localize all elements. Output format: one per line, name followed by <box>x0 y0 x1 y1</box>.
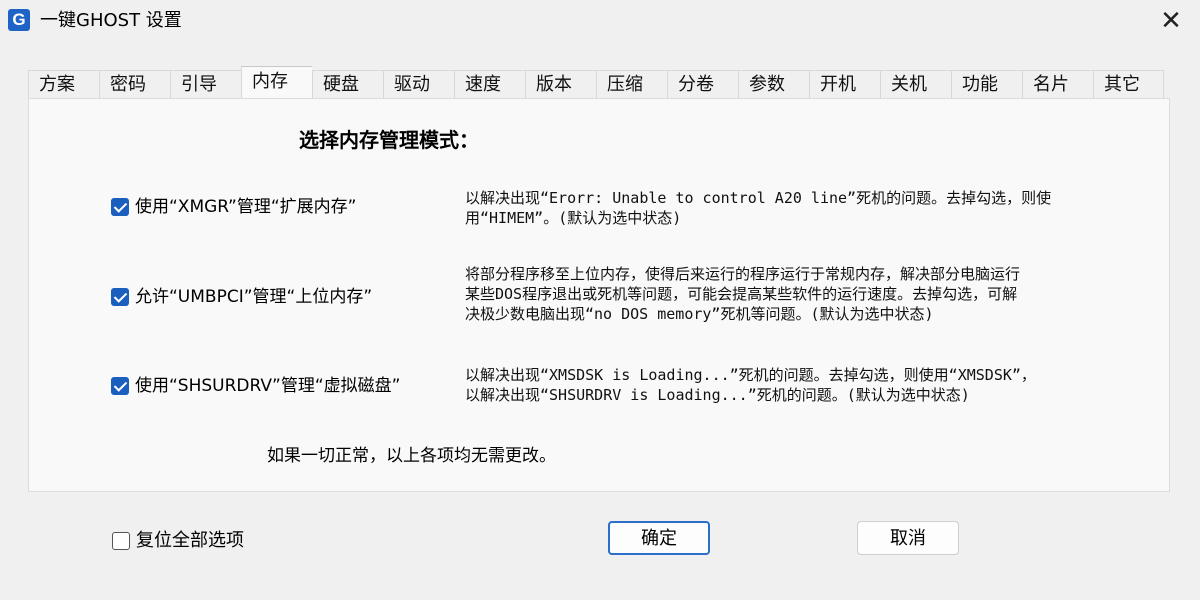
reset-all-option[interactable]: 复位全部选项 <box>112 530 244 552</box>
cancel-button[interactable]: 取消 <box>857 521 959 555</box>
description-line: 用“HIMEM”。(默认为选中状态) <box>465 209 682 227</box>
xmgr-description: 以解决出现“Erorr: Unable to control A20 line”… <box>465 188 1145 228</box>
tab-label: 分卷 <box>678 74 714 95</box>
settings-window: G 一键GHOST 设置 ✕ 方案 密码 引导 内存 硬盘 驱动 速度 版本 压… <box>0 0 1200 600</box>
tab-parameters[interactable]: 参数 <box>738 70 809 98</box>
panel-heading: 选择内存管理模式： <box>299 128 479 152</box>
tab-label: 压缩 <box>607 74 643 95</box>
shsurdrv-option[interactable]: 使用“SHSURDRV”管理“虚拟磁盘” <box>111 375 400 397</box>
tab-other[interactable]: 其它 <box>1093 70 1164 98</box>
tab-label: 参数 <box>749 74 785 95</box>
tab-driver[interactable]: 驱动 <box>383 70 454 98</box>
umbpci-option-label: 允许“UMBPCI”管理“上位内存” <box>135 287 373 307</box>
close-icon: ✕ <box>1160 6 1182 36</box>
footnote-text: 如果一切正常，以上各项均无需更改。 <box>267 446 556 466</box>
description-line: 以解决出现“XMSDSK is Loading...”死机的问题。去掉勾选，则使… <box>465 366 1036 384</box>
tab-boot[interactable]: 引导 <box>170 70 241 98</box>
shsurdrv-description: 以解决出现“XMSDSK is Loading...”死机的问题。去掉勾选，则使… <box>465 365 1145 405</box>
shsurdrv-checkbox[interactable] <box>111 377 129 395</box>
tab-label: 驱动 <box>394 74 430 95</box>
tab-label: 内存 <box>252 71 288 92</box>
description-line: 以解决出现“SHSURDRV is Loading...”死机的问题。(默认为选… <box>465 386 970 404</box>
tab-label: 开机 <box>820 74 856 95</box>
tab-label: 关机 <box>891 74 927 95</box>
ok-button[interactable]: 确定 <box>608 521 710 555</box>
tab-label: 密码 <box>110 74 146 95</box>
app-logo-icon: G <box>8 9 30 31</box>
xmgr-option[interactable]: 使用“XMGR”管理“扩展内存” <box>111 196 356 218</box>
tab-label: 方案 <box>39 74 75 95</box>
tab-label: 名片 <box>1033 74 1069 95</box>
close-button[interactable]: ✕ <box>1156 6 1186 36</box>
description-line: 以解决出现“Erorr: Unable to control A20 line”… <box>465 189 1052 207</box>
tab-shutdown[interactable]: 关机 <box>880 70 951 98</box>
tab-disk[interactable]: 硬盘 <box>312 70 383 98</box>
umbpci-option[interactable]: 允许“UMBPCI”管理“上位内存” <box>111 286 372 308</box>
reset-all-label: 复位全部选项 <box>136 530 244 551</box>
tab-bar: 方案 密码 引导 内存 硬盘 驱动 速度 版本 压缩 分卷 参数 开机 关机 功… <box>28 66 1164 98</box>
description-line: 将部分程序移至上位内存，使得后来运行的程序运行于常规内存，解决部分电脑运行 <box>465 265 1021 283</box>
tab-startup[interactable]: 开机 <box>809 70 880 98</box>
umbpci-description: 将部分程序移至上位内存，使得后来运行的程序运行于常规内存，解决部分电脑运行 某些… <box>465 264 1145 324</box>
tab-label: 速度 <box>465 74 501 95</box>
tab-features[interactable]: 功能 <box>951 70 1022 98</box>
tab-label: 硬盘 <box>323 74 359 95</box>
reset-all-checkbox[interactable] <box>112 532 130 550</box>
tab-version[interactable]: 版本 <box>525 70 596 98</box>
tab-label: 其它 <box>1104 74 1140 95</box>
tab-card[interactable]: 名片 <box>1022 70 1093 98</box>
tab-label: 版本 <box>536 74 572 95</box>
xmgr-checkbox[interactable] <box>111 198 129 216</box>
tab-memory[interactable]: 内存 <box>241 66 312 98</box>
title-bar[interactable]: G 一键GHOST 设置 ✕ <box>0 0 1200 44</box>
tab-speed[interactable]: 速度 <box>454 70 525 98</box>
description-line: 决极少数电脑出现“no DOS memory”死机等问题。(默认为选中状态) <box>465 305 934 323</box>
tab-label: 功能 <box>962 74 998 95</box>
memory-settings-panel: 选择内存管理模式： 使用“XMGR”管理“扩展内存” 以解决出现“Erorr: … <box>28 98 1170 492</box>
xmgr-option-label: 使用“XMGR”管理“扩展内存” <box>135 197 357 217</box>
window-title: 一键GHOST 设置 <box>40 10 182 31</box>
umbpci-checkbox[interactable] <box>111 288 129 306</box>
tab-compression[interactable]: 压缩 <box>596 70 667 98</box>
shsurdrv-option-label: 使用“SHSURDRV”管理“虚拟磁盘” <box>135 376 401 396</box>
tab-scheme[interactable]: 方案 <box>28 70 99 98</box>
description-line: 某些DOS程序退出或死机等问题，可能会提高某些软件的运行速度。去掉勾选，可解 <box>465 285 1018 303</box>
tab-label: 引导 <box>181 74 217 95</box>
tab-split[interactable]: 分卷 <box>667 70 738 98</box>
tab-password[interactable]: 密码 <box>99 70 170 98</box>
